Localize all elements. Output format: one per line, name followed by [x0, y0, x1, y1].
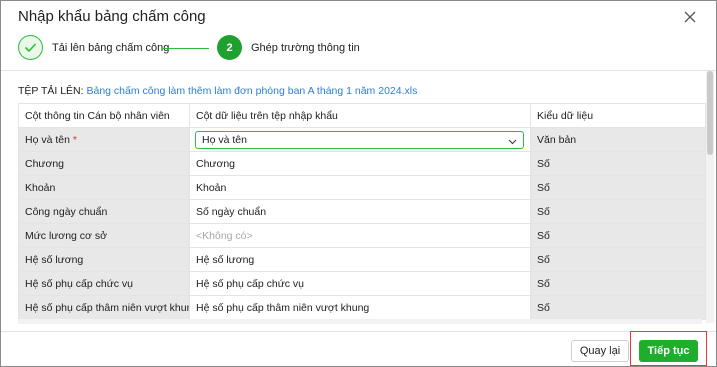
table-row: Mức lương cơ sở <Không có> Số — [18, 223, 706, 248]
table-row: Họ và tên * Họ và tên Văn bản — [18, 127, 706, 152]
field-cell: Họ và tên * — [18, 127, 190, 152]
source-cell[interactable]: <Không có> — [189, 223, 531, 248]
field-cell: Khoản — [18, 175, 190, 200]
import-dialog: Nhập khẩu bảng chấm công Tải lên bảng ch… — [0, 0, 717, 367]
source-cell[interactable]: Hệ số phụ cấp thâm niên vượt khung — [189, 295, 531, 320]
table-row: Hệ số phụ cấp thâm niên vượt khung Hệ số… — [18, 295, 706, 320]
type-cell: Số — [530, 223, 706, 248]
type-cell: Số — [530, 175, 706, 200]
table-row: Hệ số phụ cấp chức vụ Hệ số phụ cấp chức… — [18, 271, 706, 296]
field-cell: Công ngày chuẩn — [18, 199, 190, 224]
table-row: Chương Chương Số — [18, 151, 706, 176]
field-cell: Hệ số phụ cấp thâm niên vượt khung — [18, 295, 190, 320]
step-connector — [163, 48, 209, 49]
source-cell: Họ và tên — [189, 127, 531, 152]
source-select-value: Họ và tên — [202, 133, 247, 146]
source-cell[interactable]: Hệ số lương — [189, 247, 531, 272]
step-2-label: Ghép trường thông tin — [251, 42, 360, 54]
column-header-source: Cột dữ liệu trên tệp nhập khẩu — [189, 103, 531, 128]
column-header-type: Kiểu dữ liệu — [530, 103, 706, 128]
field-cell: Hệ số phụ cấp chức vụ — [18, 271, 190, 296]
source-cell[interactable]: Khoản — [189, 175, 531, 200]
uploaded-file-name[interactable]: Bảng chấm công làm thêm làm đơn phòng ba… — [86, 85, 417, 97]
source-cell[interactable]: Chương — [189, 151, 531, 176]
field-cell: Hệ số lương — [18, 247, 190, 272]
back-button[interactable]: Quay lại — [571, 340, 629, 362]
type-cell: Số — [530, 271, 706, 296]
field-name: Họ và tên — [25, 133, 70, 146]
source-cell[interactable]: Hệ số phụ cấp chức vụ — [189, 271, 531, 296]
uploaded-file: TỆP TẢI LÊN: Bảng chấm công làm thêm làm… — [18, 85, 417, 97]
source-column-select[interactable]: Họ và tên — [195, 130, 524, 149]
field-cell: Mức lương cơ sở — [18, 223, 190, 248]
step-2-number: 2 — [217, 35, 242, 60]
source-cell[interactable]: Số ngày chuẩn — [189, 199, 531, 224]
type-cell: Văn bản — [530, 127, 706, 152]
next-button[interactable]: Tiếp tục — [639, 340, 698, 362]
footer-divider — [1, 331, 716, 332]
column-header-field: Cột thông tin Cán bộ nhân viên — [18, 103, 190, 128]
step-1-label: Tải lên bảng chấm công — [52, 42, 170, 54]
table-header-row: Cột thông tin Cán bộ nhân viên Cột dữ li… — [18, 103, 706, 128]
table-row: Công ngày chuẩn Số ngày chuẩn Số — [18, 199, 706, 224]
field-cell: Chương — [18, 151, 190, 176]
type-cell: Số — [530, 295, 706, 320]
step-1-check-icon — [18, 35, 43, 60]
header-divider — [1, 70, 716, 71]
uploaded-file-label: TỆP TẢI LÊN: — [18, 85, 84, 97]
type-cell: Số — [530, 151, 706, 176]
vertical-scroll-thumb[interactable] — [707, 71, 713, 155]
mapping-table: Cột thông tin Cán bộ nhân viên Cột dữ li… — [18, 103, 706, 320]
table-row: Hệ số lương Hệ số lương Số — [18, 247, 706, 272]
type-cell: Số — [530, 199, 706, 224]
horizontal-scrollbar[interactable] — [18, 319, 702, 324]
dialog-title: Nhập khẩu bảng chấm công — [18, 8, 206, 25]
chevron-down-icon — [508, 136, 517, 148]
close-icon[interactable] — [682, 9, 698, 25]
type-cell: Số — [530, 247, 706, 272]
required-mark: * — [72, 133, 77, 146]
table-row: Khoản Khoản Số — [18, 175, 706, 200]
